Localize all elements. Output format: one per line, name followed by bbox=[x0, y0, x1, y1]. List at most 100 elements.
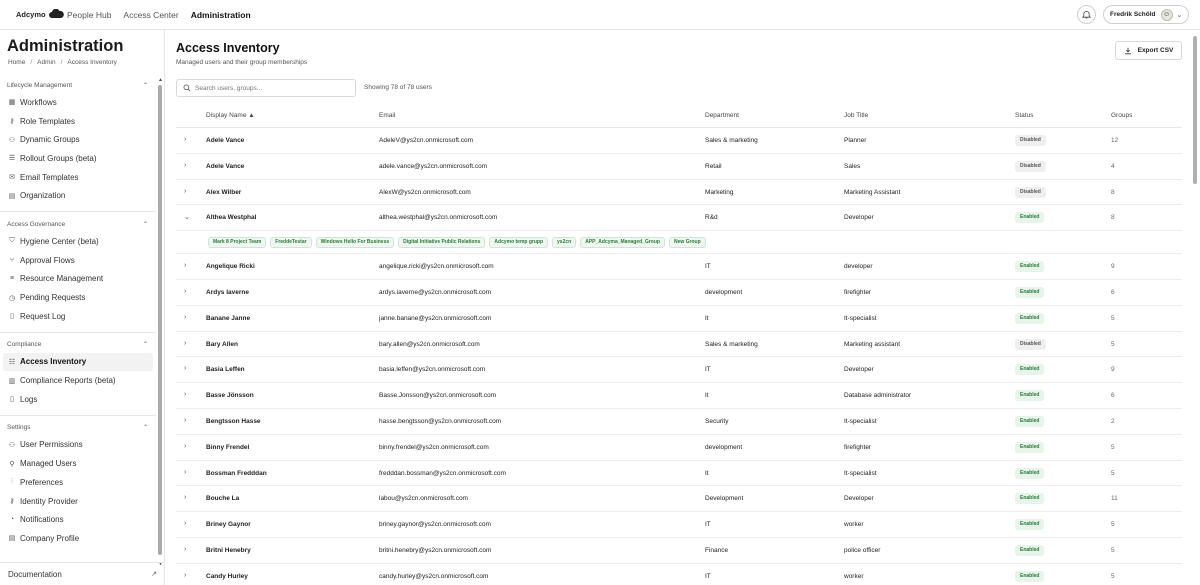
chevron-right-icon[interactable]: › bbox=[184, 469, 186, 476]
group-chip[interactable]: ys2cn bbox=[552, 237, 577, 249]
table-row[interactable]: › Bengtsson Hasse hasse.bengtsson@ys2cn.on… bbox=[176, 409, 1182, 435]
table-row[interactable]: › Binny Frendel binny.frendel@ys2cn.onmicr… bbox=[176, 435, 1182, 461]
breadcrumb-separator: / bbox=[30, 59, 33, 66]
chevron-right-icon[interactable]: › bbox=[184, 494, 186, 501]
sidebar-item-organization[interactable]: ▤ Organization bbox=[0, 186, 156, 205]
sidebar-item-dynamic-groups[interactable]: ⚇ Dynamic Groups bbox=[0, 130, 156, 149]
search-input[interactable] bbox=[195, 84, 345, 92]
group-chip[interactable]: Mark 8 Project Team bbox=[208, 237, 267, 249]
sidebar-item-approval-flows[interactable]: ⑂ Approval Flows bbox=[0, 251, 156, 270]
section-header[interactable]: Settings ⌃ bbox=[0, 420, 156, 436]
sidebar-item-rollout-groups-beta[interactable]: ☰ Rollout Groups (beta) bbox=[0, 149, 156, 168]
table-row[interactable]: ⌄ Althea Westphal althea.westphal@ys2cn.on… bbox=[176, 205, 1182, 232]
table-row[interactable]: › Candy Hurley candy.hurley@ys2cn.onmicros… bbox=[176, 564, 1182, 585]
layers-icon: ☰ bbox=[8, 155, 16, 163]
nav-access-center[interactable]: Access Center bbox=[123, 10, 178, 20]
sidebar-item-resource-management[interactable]: ≡ Resource Management bbox=[0, 270, 156, 289]
notifications-button[interactable] bbox=[1077, 5, 1096, 24]
cell-display-name: Alex Wilber bbox=[206, 188, 242, 196]
chevron-right-icon[interactable]: › bbox=[184, 288, 186, 295]
scrollbar-thumb[interactable] bbox=[158, 85, 162, 555]
table-row[interactable]: › Basia Leffen basia.leffen@ys2cn.onmicros… bbox=[176, 357, 1182, 384]
table-row[interactable]: › Angelique Ricki angelique.ricki@ys2cn.on… bbox=[176, 254, 1182, 280]
cell-groups-count: 5 bbox=[1111, 521, 1115, 529]
sidebar-item-label: Approval Flows bbox=[20, 255, 75, 265]
building-icon: ▤ bbox=[8, 535, 16, 543]
group-chip[interactable]: APP_Adcyma_Managed_Group bbox=[580, 237, 665, 249]
cell-display-name: Banane Janne bbox=[206, 314, 251, 322]
group-chip[interactable]: Windows Hello For Business bbox=[315, 237, 395, 249]
sidebar-item-logs[interactable]: ▯ Logs bbox=[0, 390, 156, 409]
table-row[interactable]: › Bouche La labou@ys2cn.onmicrosoft.com Dev… bbox=[176, 486, 1182, 513]
table-row[interactable]: › Bary Allen bary.allen@ys2cn.onmicrosoft.… bbox=[176, 332, 1182, 358]
scrollbar-thumb[interactable] bbox=[1193, 36, 1197, 184]
chevron-right-icon[interactable]: › bbox=[184, 520, 186, 527]
chevron-down-icon[interactable]: ⌄ bbox=[184, 213, 190, 221]
column-groups[interactable]: Groups bbox=[1111, 112, 1132, 119]
group-chip[interactable]: Digital Initiative Public Relations bbox=[398, 237, 486, 249]
chevron-right-icon[interactable]: › bbox=[184, 417, 186, 424]
sidebar-scrollbar[interactable]: ▲ ▼ bbox=[158, 77, 163, 567]
column-job-title[interactable]: Job Title bbox=[844, 112, 868, 119]
cell-job-title: Marketing assistant bbox=[844, 340, 900, 348]
cell-display-name: Basia Leffen bbox=[206, 366, 245, 374]
sidebar-item-user-permissions[interactable]: ⚇ User Permissions bbox=[0, 436, 156, 455]
section-header[interactable]: Access Governance ⌃ bbox=[0, 216, 156, 232]
chevron-right-icon[interactable]: › bbox=[184, 443, 186, 450]
table-row[interactable]: › Briney Gaynor briney.gaynor@ys2cn.onmicr… bbox=[176, 512, 1182, 538]
user-menu-button[interactable]: Fredrik Schöld ☺ ⌄ bbox=[1103, 5, 1189, 24]
column-status[interactable]: Status bbox=[1015, 112, 1033, 119]
table-row[interactable]: › Adele Vance adele.vance@ys2cn.onmicrosof… bbox=[176, 154, 1182, 180]
sidebar-item-identity-provider[interactable]: ⚷ Identity Provider bbox=[0, 492, 156, 511]
scroll-up-icon[interactable]: ▲ bbox=[158, 77, 163, 83]
chevron-right-icon[interactable]: › bbox=[184, 546, 186, 553]
chevron-right-icon[interactable]: › bbox=[184, 136, 186, 143]
chevron-right-icon[interactable]: › bbox=[184, 314, 186, 321]
column-email[interactable]: Email bbox=[379, 112, 395, 119]
column-display-name[interactable]: Display Name ▲ bbox=[206, 112, 255, 119]
chevron-right-icon[interactable]: › bbox=[184, 162, 186, 169]
group-chip[interactable]: New Group bbox=[668, 237, 706, 249]
table-row[interactable]: › Adele Vance AdeleV@ys2cn.onmicrosoft.com… bbox=[176, 128, 1182, 154]
chevron-right-icon[interactable]: › bbox=[184, 340, 186, 347]
chevron-right-icon[interactable]: › bbox=[184, 391, 186, 398]
sidebar-item-access-inventory[interactable]: ☷ Access Inventory bbox=[3, 352, 153, 372]
table-row[interactable]: › Bossman Fredddan fredddan.bossman@ys2cn.… bbox=[176, 461, 1182, 487]
table-row[interactable]: › Ardys Iaverne ardys.iaverne@ys2cn.onmicr… bbox=[176, 280, 1182, 306]
sidebar-item-hygiene-center-beta[interactable]: ⛉ Hygiene Center (beta) bbox=[0, 232, 156, 251]
documentation-link[interactable]: Documentation ↗ bbox=[0, 562, 164, 585]
chevron-right-icon[interactable]: › bbox=[184, 365, 186, 372]
sidebar-item-managed-users[interactable]: ⚲ Managed Users bbox=[0, 454, 156, 473]
table-row[interactable]: › Basse Jönsson Basse.Jonsson@ys2cn.onmicr… bbox=[176, 383, 1182, 409]
chevron-right-icon[interactable]: › bbox=[184, 188, 186, 195]
logo[interactable]: Adcymo bbox=[16, 9, 64, 19]
breadcrumb-home[interactable]: Home bbox=[8, 59, 25, 66]
sidebar-item-company-profile[interactable]: ▤ Company Profile bbox=[0, 529, 156, 548]
export-csv-button[interactable]: Export CSV bbox=[1115, 41, 1182, 60]
table-row[interactable]: › Alex Wilber AlexW@ys2cn.onmicrosoft.com M… bbox=[176, 180, 1182, 206]
sidebar-item-email-templates[interactable]: ✉ Email Templates bbox=[0, 168, 156, 187]
sidebar-item-preferences[interactable]: ⫶ Preferences bbox=[0, 473, 156, 492]
cell-email: ardys.iaverne@ys2cn.onmicrosoft.com bbox=[379, 288, 492, 296]
group-chip[interactable]: Adcymo temp grupp bbox=[489, 237, 549, 249]
table-row[interactable]: › Britni Henebry britni.henebry@ys2cn.onmi… bbox=[176, 538, 1182, 564]
group-chip[interactable]: FreddeTestar bbox=[270, 237, 312, 249]
column-department[interactable]: Department bbox=[705, 112, 739, 119]
section-header[interactable]: Compliance ⌃ bbox=[0, 337, 156, 353]
sidebar-item-pending-requests[interactable]: ◷ Pending Requests bbox=[0, 288, 156, 307]
main-scrollbar[interactable] bbox=[1193, 32, 1198, 585]
sidebar-item-role-templates[interactable]: ⚷ Role Templates bbox=[0, 112, 156, 131]
sidebar-item-compliance-reports-beta[interactable]: ▥ Compliance Reports (beta) bbox=[0, 371, 156, 390]
search-box[interactable] bbox=[176, 79, 356, 97]
breadcrumb-admin[interactable]: Admin bbox=[37, 59, 55, 66]
chevron-right-icon[interactable]: › bbox=[184, 572, 186, 579]
sidebar-item-request-log[interactable]: ▯ Request Log bbox=[0, 307, 156, 326]
status-badge: Enabled bbox=[1015, 390, 1045, 402]
nav-administration[interactable]: Administration bbox=[191, 10, 251, 20]
section-header[interactable]: Lifecycle Management ⌃ bbox=[0, 77, 156, 93]
nav-people-hub[interactable]: People Hub bbox=[67, 10, 111, 20]
sidebar-item-workflows[interactable]: ▦ Workflows bbox=[0, 93, 156, 112]
sidebar-item-notifications[interactable]: ◔ Notifications bbox=[0, 510, 156, 529]
chevron-right-icon[interactable]: › bbox=[184, 262, 186, 269]
table-row[interactable]: › Banane Janne janne.banane@ys2cn.onmicros… bbox=[176, 306, 1182, 332]
